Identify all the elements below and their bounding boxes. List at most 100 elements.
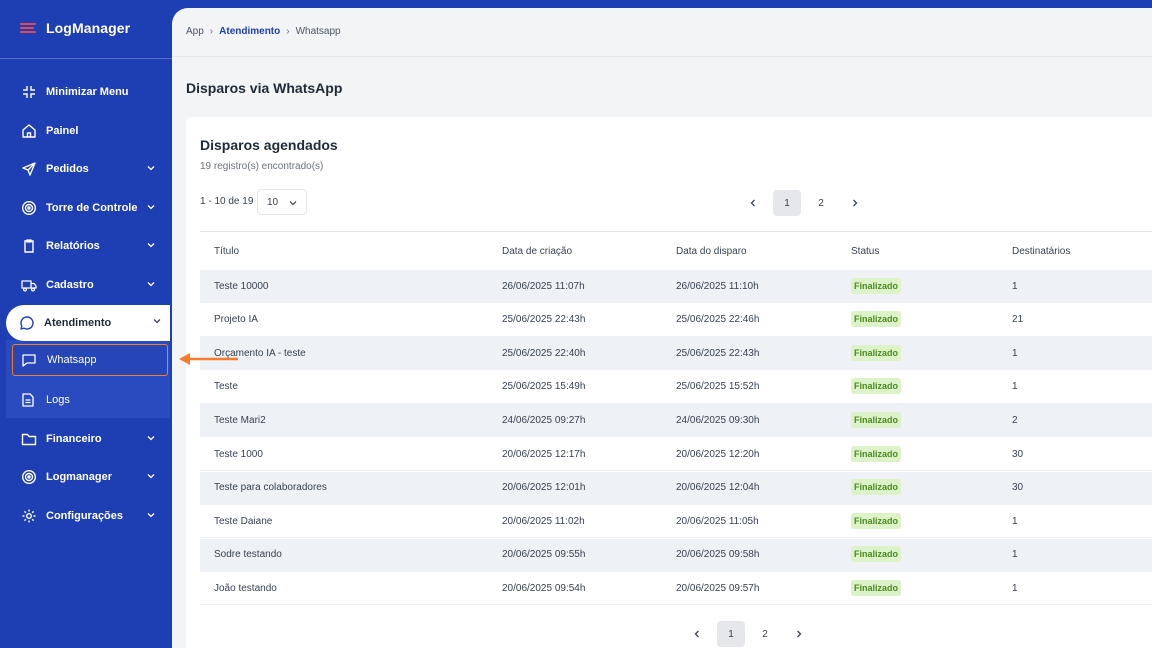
row-sent: 25/06/2025 22:46h <box>676 314 760 326</box>
status-badge: Finalizado <box>851 378 902 395</box>
next-page-button[interactable] <box>785 621 813 647</box>
row-title: João testando <box>214 582 277 594</box>
row-created: 20/06/2025 12:01h <box>502 482 586 494</box>
truck-icon <box>20 276 38 294</box>
chevron-right-icon <box>797 630 802 638</box>
row-created: 25/06/2025 22:40h <box>502 347 586 359</box>
sidebar-item-minimize-menu[interactable]: Minimizar Menu <box>8 75 164 109</box>
status-badge: Finalizado <box>851 546 902 563</box>
status-cell: Finalizado <box>851 579 902 596</box>
column-header-title[interactable]: Título <box>214 246 239 257</box>
column-header-sent[interactable]: Data do disparo <box>676 246 747 257</box>
status-cell: Finalizado <box>851 546 902 563</box>
sidebar-item-painel[interactable]: Painel <box>8 114 164 148</box>
chevron-left-icon <box>694 630 699 638</box>
row-recipients: 1 <box>1012 280 1018 292</box>
table-row[interactable]: Orçamento IA - teste 25/06/2025 22:40h 25/… <box>200 337 1152 371</box>
pagination-range: 1 - 10 de 19 <box>200 196 254 207</box>
sidebar-item-logmanager[interactable]: Logmanager <box>8 460 164 494</box>
column-header-status[interactable]: Status <box>851 246 879 257</box>
send-icon <box>20 160 38 178</box>
table-row[interactable]: Projeto IA 25/06/2025 22:43h 25/06/2025 22… <box>200 304 1152 337</box>
page-button-2[interactable]: 2 <box>807 190 835 216</box>
sidebar-item-label: Relatórios <box>46 240 100 252</box>
app-logo[interactable]: LogManager <box>20 20 130 36</box>
table-row[interactable]: Sodre testando 20/06/2025 09:55h 20/06/202… <box>200 538 1152 572</box>
row-recipients: 30 <box>1012 482 1024 494</box>
page-button-1[interactable]: 1 <box>773 190 801 216</box>
row-sent: 20/06/2025 09:58h <box>676 549 760 561</box>
status-badge: Finalizado <box>851 344 902 361</box>
breadcrumb-page: Whatsapp <box>295 26 341 37</box>
chevron-down-icon <box>147 436 155 441</box>
table-row[interactable]: Teste Daiane 20/06/2025 11:02h 20/06/2025 … <box>200 505 1152 539</box>
status-badge: Finalizado <box>851 579 902 596</box>
column-header-created[interactable]: Data de criação <box>502 246 572 257</box>
row-recipients: 2 <box>1012 414 1018 426</box>
prev-page-button[interactable] <box>739 190 767 216</box>
page-size-value: 10 <box>267 196 279 208</box>
status-cell: Finalizado <box>851 411 902 428</box>
table-row[interactable]: Teste 25/06/2025 15:49h 25/06/2025 15:52h F… <box>200 371 1152 404</box>
status-badge: Finalizado <box>851 445 902 462</box>
sidebar-item-torre-de-controle[interactable]: Torre de Controle <box>8 191 164 225</box>
page-button-1[interactable]: 1 <box>717 621 745 647</box>
row-recipients: 1 <box>1012 582 1018 594</box>
row-title: Sodre testando <box>214 549 282 561</box>
chevron-down-icon <box>147 243 155 248</box>
sidebar-item-pedidos[interactable]: Pedidos <box>8 152 164 186</box>
row-recipients: 1 <box>1012 549 1018 561</box>
sidebar-item-label: Configurações <box>46 510 124 522</box>
chevron-right-icon: › <box>286 26 290 37</box>
prev-page-button[interactable] <box>683 621 711 647</box>
schedules-card: Disparos agendados 19 registro(s) encont… <box>186 117 1152 648</box>
breadcrumb-root[interactable]: App <box>186 26 204 37</box>
status-cell: Finalizado <box>851 344 902 361</box>
status-badge: Finalizado <box>851 479 902 496</box>
row-recipients: 30 <box>1012 448 1024 460</box>
row-sent: 20/06/2025 11:05h <box>676 515 759 527</box>
breadcrumb-section[interactable]: Atendimento <box>219 26 280 37</box>
pointer-arrow-icon <box>179 353 238 365</box>
sidebar-item-relatorios[interactable]: Relatórios <box>8 229 164 263</box>
sidebar-item-cadastro[interactable]: Cadastro <box>8 268 164 302</box>
table-row[interactable]: Teste 10000 26/06/2025 11:07h 26/06/2025 1… <box>200 270 1152 303</box>
column-header-recipients[interactable]: Destinatários <box>1012 246 1070 257</box>
page-title: Disparos via WhatsApp <box>186 80 343 96</box>
header-divider <box>172 56 1152 57</box>
table-row[interactable]: Teste 1000 20/06/2025 12:17h 20/06/2025 12… <box>200 438 1152 471</box>
sidebar-item-label: Torre de Controle <box>46 202 138 214</box>
app-name: LogManager <box>46 20 131 36</box>
chevron-down-icon <box>147 166 155 171</box>
record-count: 19 registro(s) encontrado(s) <box>200 161 324 172</box>
table-row[interactable]: João testando 20/06/2025 09:54h 20/06/2025… <box>200 572 1152 606</box>
sidebar-subitem-logs[interactable]: Logs <box>12 384 168 416</box>
page-button-2[interactable]: 2 <box>751 621 779 647</box>
row-title: Teste 1000 <box>214 448 263 460</box>
status-cell: Finalizado <box>851 445 902 462</box>
sidebar-subitem-whatsapp[interactable]: Whatsapp <box>12 344 168 376</box>
row-sent: 20/06/2025 12:20h <box>676 448 760 460</box>
table-row[interactable]: Teste Mari2 24/06/2025 09:27h 24/06/2025 0… <box>200 404 1152 438</box>
row-sent: 26/06/2025 11:10h <box>676 280 759 292</box>
status-cell: Finalizado <box>851 311 902 328</box>
next-page-button[interactable] <box>841 190 869 216</box>
page-size-select[interactable]: 10 <box>257 189 307 215</box>
row-sent: 20/06/2025 09:57h <box>676 582 760 594</box>
row-title: Teste <box>214 381 238 393</box>
target-icon <box>20 468 38 486</box>
chevron-down-icon <box>147 205 155 210</box>
table-row[interactable]: Teste para colaboradores 20/06/2025 12:01… <box>200 471 1152 505</box>
clipboard-icon <box>20 237 38 255</box>
chevron-down-icon <box>147 282 155 287</box>
file-icon <box>20 392 36 408</box>
row-title: Teste 10000 <box>214 280 269 292</box>
sidebar-item-configuracoes[interactable]: Configurações <box>8 499 164 533</box>
pagination-bottom: 1 2 <box>683 621 813 647</box>
sidebar-item-atendimento[interactable]: Atendimento <box>6 305 170 341</box>
breadcrumb: App › Atendimento › Whatsapp <box>186 26 341 37</box>
sidebar-item-financeiro[interactable]: Financeiro <box>8 422 164 456</box>
sidebar-item-label: Pedidos <box>46 163 89 175</box>
table-header: Título Data de criação Data do disparo S… <box>200 231 1152 270</box>
row-created: 20/06/2025 09:55h <box>502 549 586 561</box>
